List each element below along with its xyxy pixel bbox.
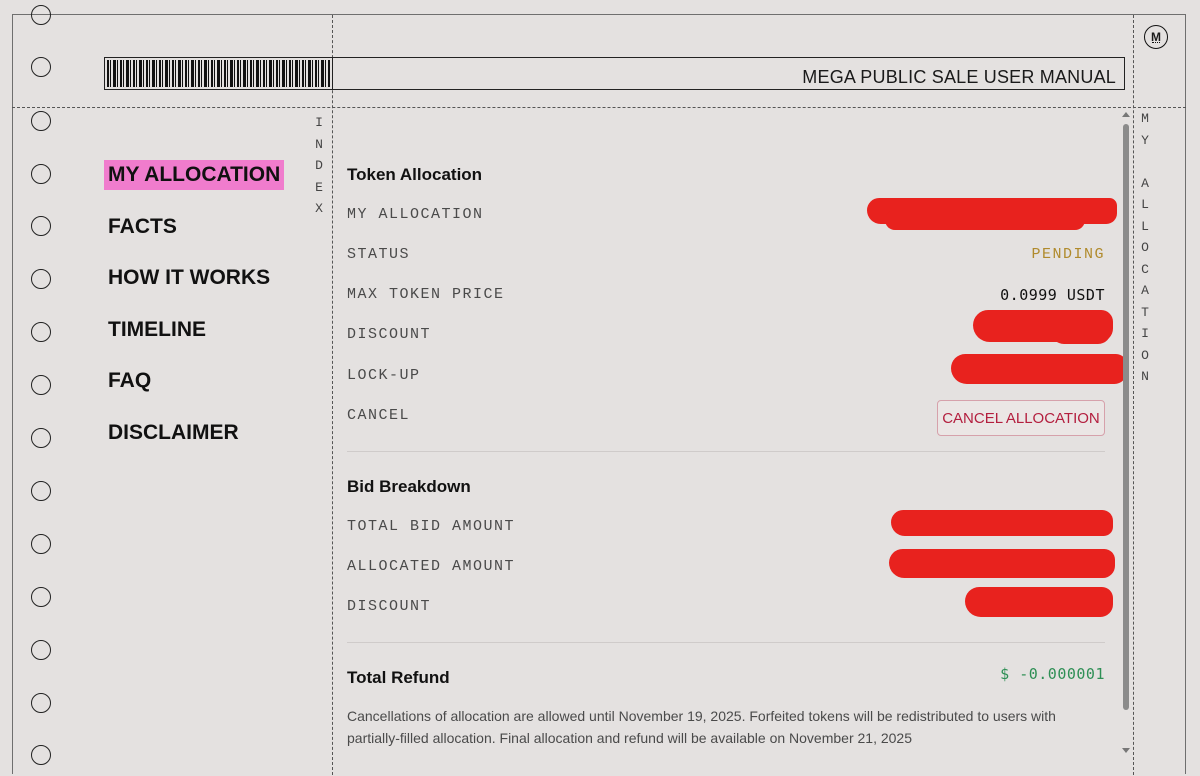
- barcode-separator: [332, 58, 333, 89]
- index-side-label: INDEX: [312, 112, 326, 220]
- manual-title: MEGA PUBLIC SALE USER MANUAL: [802, 67, 1116, 87]
- total-refund-value: $ -0.000001: [1000, 665, 1105, 683]
- mega-logo-icon[interactable]: M: [1144, 25, 1168, 49]
- binder-hole: [31, 640, 51, 660]
- binder-hole: [31, 745, 51, 765]
- binder-hole: [31, 164, 51, 184]
- nav-item-disclaimer[interactable]: DISCLAIMER: [104, 418, 284, 448]
- cancel-label: CANCEL: [347, 407, 411, 424]
- side-label-letter: D: [315, 158, 323, 173]
- lock-up-label: LOCK-UP: [347, 367, 421, 384]
- redacted-value: [885, 210, 1085, 230]
- nav-item-how-it-works[interactable]: HOW IT WORKS: [104, 263, 284, 293]
- side-label-letter: N: [1141, 369, 1149, 384]
- section-divider: [347, 451, 1105, 452]
- sidebar-divider: [332, 15, 333, 775]
- redacted-value: [951, 354, 1127, 384]
- max-token-price-value: 0.0999 USDT: [1000, 286, 1105, 304]
- bid-discount-label: DISCOUNT: [347, 598, 432, 615]
- nav-item-timeline[interactable]: TIMELINE: [104, 315, 284, 345]
- side-label-letter: I: [315, 115, 323, 130]
- nav-item-my-allocation[interactable]: MY ALLOCATION: [104, 160, 285, 190]
- side-label-letter: L: [1141, 218, 1149, 234]
- max-token-price-label: MAX TOKEN PRICE: [347, 286, 505, 303]
- redacted-value: [891, 510, 1113, 536]
- side-label-letter: T: [1141, 304, 1149, 320]
- side-label-letter: [1138, 151, 1152, 173]
- side-label-letter: O: [1141, 347, 1149, 363]
- side-label-letter: A: [1141, 283, 1149, 298]
- total-refund-title: Total Refund: [347, 668, 450, 687]
- header-bar: MEGA PUBLIC SALE USER MANUAL: [104, 57, 1125, 90]
- binder-hole: [31, 216, 51, 236]
- my-allocation-label: MY ALLOCATION: [347, 206, 484, 223]
- scroll-up-arrow-icon[interactable]: [1122, 112, 1130, 117]
- binder-hole: [31, 481, 51, 501]
- binder-hole: [31, 693, 51, 713]
- scrollbar[interactable]: [1120, 110, 1132, 755]
- side-label-letter: X: [315, 201, 323, 216]
- redacted-value: [1051, 318, 1111, 344]
- bid-breakdown-title: Bid Breakdown: [347, 477, 471, 496]
- side-label-letter: Y: [1141, 132, 1149, 148]
- side-label-letter: E: [315, 179, 323, 195]
- index-nav: MY ALLOCATION FACTS HOW IT WORKS TIMELIN…: [104, 160, 285, 469]
- barcode-icon: [107, 60, 331, 87]
- section-divider: [347, 642, 1105, 643]
- redacted-value: [889, 549, 1115, 578]
- binder-hole: [31, 322, 51, 342]
- cancel-allocation-button[interactable]: CANCEL ALLOCATION: [937, 400, 1105, 436]
- binder-hole: [31, 269, 51, 289]
- side-label-letter: C: [1141, 261, 1149, 277]
- status-badge: PENDING: [1031, 246, 1105, 263]
- binder-hole: [31, 375, 51, 395]
- binder-hole: [31, 587, 51, 607]
- redacted-value: [965, 587, 1113, 617]
- binder-hole: [31, 57, 51, 77]
- binder-hole: [31, 428, 51, 448]
- header-divider: [12, 107, 1186, 108]
- refund-note: Cancellations of allocation are allowed …: [347, 708, 1056, 746]
- scroll-down-arrow-icon[interactable]: [1122, 748, 1130, 753]
- logo-letter: M: [1151, 30, 1161, 44]
- status-label: STATUS: [347, 246, 411, 263]
- side-label-letter: A: [1141, 175, 1149, 191]
- binder-hole: [31, 5, 51, 25]
- nav-item-facts[interactable]: FACTS: [104, 212, 284, 242]
- allocated-amount-label: ALLOCATED AMOUNT: [347, 558, 516, 575]
- side-label-letter: N: [315, 136, 323, 152]
- side-label-letter: L: [1141, 197, 1149, 212]
- scrollbar-thumb[interactable]: [1123, 124, 1129, 710]
- right-rail-divider: [1133, 15, 1134, 775]
- total-bid-amount-label: TOTAL BID AMOUNT: [347, 518, 516, 535]
- section-side-label: MY ALLOCATION: [1138, 108, 1152, 388]
- side-label-letter: I: [1141, 326, 1149, 341]
- binder-hole: [31, 534, 51, 554]
- side-label-letter: O: [1141, 240, 1149, 255]
- discount-label: DISCOUNT: [347, 326, 432, 343]
- binder-hole: [31, 111, 51, 131]
- token-allocation-title: Token Allocation: [347, 165, 483, 184]
- nav-item-faq[interactable]: FAQ: [104, 366, 284, 396]
- side-label-letter: M: [1141, 111, 1149, 126]
